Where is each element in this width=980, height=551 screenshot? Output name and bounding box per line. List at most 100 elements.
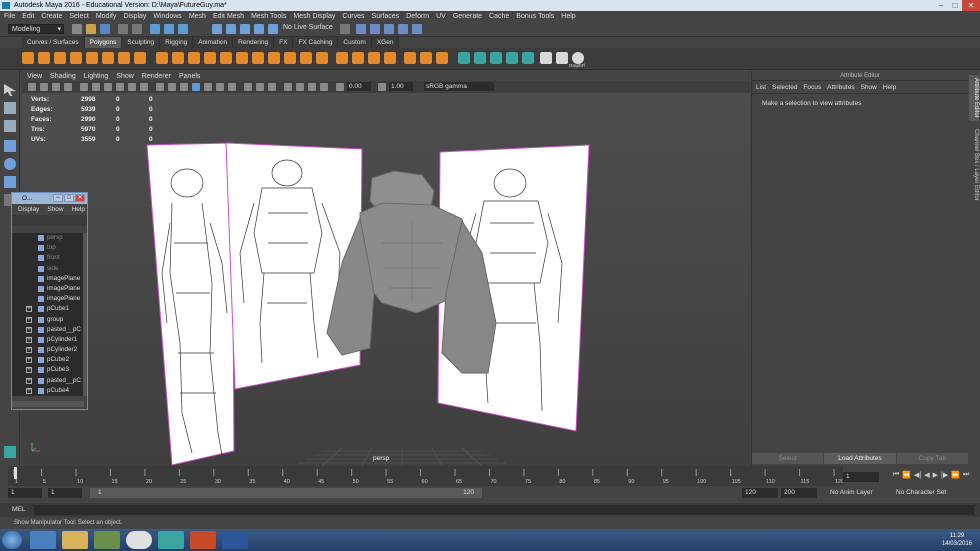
- smooth-icon[interactable]: [188, 52, 200, 64]
- boolean-difference-icon[interactable]: [220, 52, 232, 64]
- render-view-icon[interactable]: [356, 24, 366, 34]
- system-tray[interactable]: [826, 531, 916, 549]
- close-button[interactable]: ✕: [962, 0, 980, 11]
- expand-icon[interactable]: +: [26, 367, 32, 374]
- gamma-field[interactable]: 1.00: [389, 82, 413, 91]
- tab-polygons[interactable]: Polygons: [84, 37, 123, 48]
- field-chart-icon[interactable]: [128, 83, 136, 91]
- outliner-horizontal-scrollbar[interactable]: [12, 401, 84, 407]
- character-set-selector[interactable]: No Character Set: [896, 488, 946, 498]
- paint-select-tool-icon[interactable]: [4, 120, 16, 132]
- collapse-icon[interactable]: [436, 52, 448, 64]
- boolean-union-icon[interactable]: [204, 52, 216, 64]
- tab-channel-box[interactable]: Channel Box / Layer Editor: [969, 127, 979, 203]
- camera-attributes-icon[interactable]: [40, 83, 48, 91]
- default-material-icon[interactable]: [180, 83, 188, 91]
- use-all-lights-icon[interactable]: [216, 83, 224, 91]
- poly-disc-icon[interactable]: [118, 52, 130, 64]
- film-gate-icon[interactable]: [92, 83, 100, 91]
- select-component-icon[interactable]: [178, 24, 188, 34]
- wireframe-on-shaded-icon[interactable]: [192, 83, 200, 91]
- grid-icon[interactable]: [80, 83, 88, 91]
- menu-mesh-tools[interactable]: Mesh Tools: [251, 13, 286, 20]
- undo-icon[interactable]: [118, 24, 128, 34]
- delete-history-icon[interactable]: [556, 52, 568, 64]
- panel-menu-lighting[interactable]: Lighting: [84, 73, 109, 80]
- playback-start-field[interactable]: 1: [48, 488, 82, 498]
- poly-plane-icon[interactable]: [102, 52, 114, 64]
- bevel-icon[interactable]: [300, 52, 312, 64]
- scale-tool-icon[interactable]: [4, 176, 16, 188]
- tab-custom[interactable]: Custom: [338, 37, 372, 48]
- menu-deform[interactable]: Deform: [406, 13, 429, 20]
- menu-cache[interactable]: Cache: [489, 13, 509, 20]
- gamma-icon[interactable]: [378, 83, 386, 91]
- select-button[interactable]: Select: [752, 453, 824, 464]
- menu-windows[interactable]: Windows: [153, 13, 181, 20]
- separate-icon[interactable]: [172, 52, 184, 64]
- render-settings-icon[interactable]: [398, 24, 408, 34]
- tab-curves-surfaces[interactable]: Curves / Surfaces: [22, 37, 85, 48]
- x-ray-joints-icon[interactable]: [308, 83, 316, 91]
- list-item[interactable]: + pCube4: [12, 386, 84, 396]
- redo-icon[interactable]: [132, 24, 142, 34]
- load-attributes-button[interactable]: Load Attributes: [824, 453, 896, 464]
- internet-explorer-icon[interactable]: [30, 531, 56, 549]
- list-item[interactable]: + pCube3: [12, 365, 84, 375]
- extrude-icon[interactable]: [284, 52, 296, 64]
- snap-grid-icon[interactable]: [212, 24, 222, 34]
- save-scene-icon[interactable]: [100, 24, 110, 34]
- list-item[interactable]: imagePlane: [12, 294, 84, 304]
- cylindrical-uv-icon[interactable]: [474, 52, 486, 64]
- expand-icon[interactable]: +: [26, 306, 32, 313]
- bridge-icon[interactable]: [268, 52, 280, 64]
- ae-menu-list[interactable]: List: [756, 84, 766, 91]
- ae-menu-focus[interactable]: Focus: [803, 84, 821, 91]
- image-plane-icon[interactable]: [64, 83, 72, 91]
- new-scene-icon[interactable]: [72, 24, 82, 34]
- expand-icon[interactable]: +: [26, 387, 32, 394]
- list-item[interactable]: side: [12, 264, 84, 274]
- insert-edge-loop-icon[interactable]: [368, 52, 380, 64]
- time-slider[interactable]: 1 5 10 15 20 25 30 35 40 45 50 55 60 65 70 75 80 85 90 95 10…: [8, 466, 844, 486]
- menu-help[interactable]: Help: [561, 13, 575, 20]
- menu-mesh[interactable]: Mesh: [189, 13, 206, 20]
- play-forwards-icon[interactable]: ▶: [933, 471, 938, 483]
- mel-label[interactable]: MEL: [12, 505, 25, 515]
- platonic-solid-icon[interactable]: [134, 52, 146, 64]
- spherical-uv-icon[interactable]: [490, 52, 502, 64]
- current-time-marker[interactable]: [14, 467, 17, 479]
- menu-generate[interactable]: Generate: [453, 13, 482, 20]
- make-live-icon[interactable]: [268, 24, 278, 34]
- panel-menu-show[interactable]: Show: [116, 73, 134, 80]
- multi-cut-icon[interactable]: [336, 52, 348, 64]
- mirror-icon[interactable]: [252, 52, 264, 64]
- menu-display[interactable]: Display: [123, 13, 146, 20]
- isolate-select-icon[interactable]: [284, 83, 292, 91]
- panel-menu-shading[interactable]: Shading: [50, 73, 76, 80]
- menu-edit[interactable]: Edit: [22, 13, 34, 20]
- range-slider[interactable]: 1 120: [90, 488, 482, 498]
- gate-mask-icon[interactable]: [116, 83, 124, 91]
- planar-uv-icon[interactable]: [458, 52, 470, 64]
- expand-icon[interactable]: +: [26, 316, 32, 323]
- list-item[interactable]: front: [12, 253, 84, 263]
- fill-hole-icon[interactable]: [404, 52, 416, 64]
- go-to-end-icon[interactable]: ⏭: [963, 471, 969, 483]
- outliner-menu-help[interactable]: Help: [72, 206, 85, 213]
- step-forward-frame-icon[interactable]: |▶: [941, 471, 948, 483]
- ipr-render-icon[interactable]: [384, 24, 394, 34]
- select-hierarchy-icon[interactable]: [150, 24, 160, 34]
- smooth-shade-icon[interactable]: [168, 83, 176, 91]
- anim-layer-selector[interactable]: No Anim Layer: [830, 488, 873, 498]
- rotate-tool-icon[interactable]: [4, 158, 16, 170]
- tab-attribute-editor[interactable]: Attribute Editor: [969, 75, 979, 121]
- lasso-tool-icon[interactable]: [4, 102, 16, 114]
- chrome-icon[interactable]: [126, 531, 152, 549]
- mode-selector[interactable]: Modeling: [8, 24, 64, 34]
- play-backwards-icon[interactable]: ◀: [924, 471, 929, 483]
- command-input[interactable]: [34, 505, 974, 515]
- center-pivot-icon[interactable]: [540, 52, 552, 64]
- minimize-button[interactable]: –: [934, 0, 948, 11]
- outliner-menu-display[interactable]: Display: [18, 206, 39, 213]
